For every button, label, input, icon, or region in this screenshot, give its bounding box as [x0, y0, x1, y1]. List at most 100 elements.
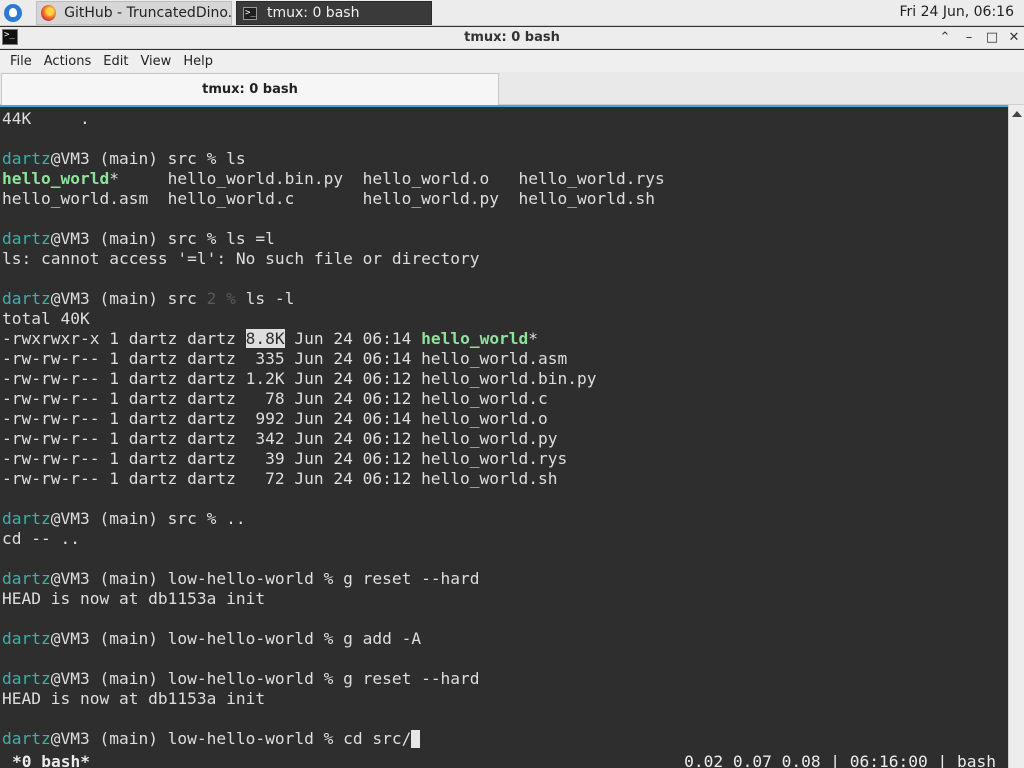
terminal-text: -rw-rw-r-- 1 dartz dartz 39 Jun 24 06:12…	[2, 449, 568, 468]
terminal-text: *	[528, 329, 539, 348]
terminal-line: cd -- ..	[2, 529, 1006, 549]
firefox-icon	[41, 5, 57, 21]
terminal-line: dartz@VM3 (main) low-hello-world % g add…	[2, 629, 1006, 649]
terminal-text: hello_world.asm hello_world.c hello_worl…	[2, 189, 655, 208]
terminal-text: -rw-rw-r-- 1 dartz dartz 1.2K Jun 24 06:…	[2, 369, 597, 388]
terminal-line: -rwxrwxr-x 1 dartz dartz 8.8K Jun 24 06:…	[2, 329, 1006, 349]
taskbar-item-label: GitHub - TruncatedDino...	[64, 5, 231, 21]
terminal-line: -rw-rw-r-- 1 dartz dartz 72 Jun 24 06:12…	[2, 469, 1006, 489]
menu-help[interactable]: Help	[177, 54, 219, 69]
menu-file[interactable]: File	[4, 54, 38, 69]
terminal-text: @VM3 (main) src	[50, 289, 207, 308]
prompt-user: dartz	[2, 669, 51, 688]
terminal-line: dartz@VM3 (main) low-hello-world % g res…	[2, 669, 1006, 689]
terminal-text: @VM3 (main) low-hello-world % g reset --…	[50, 569, 480, 588]
text-cursor	[411, 729, 421, 748]
terminal-line: dartz@VM3 (main) low-hello-world % cd sr…	[2, 729, 1006, 749]
clock[interactable]: Fri 24 Jun, 06:16	[899, 4, 1014, 20]
top-panel: GitHub - TruncatedDino... >_ tmux: 0 bas…	[0, 0, 1024, 26]
terminal-line: -rw-rw-r-- 1 dartz dartz 78 Jun 24 06:12…	[2, 389, 1006, 409]
terminal-line: -rw-rw-r-- 1 dartz dartz 335 Jun 24 06:1…	[2, 349, 1006, 369]
executable-name: hello_world	[2, 169, 110, 188]
terminal-line: hello_world* hello_world.bin.py hello_wo…	[2, 169, 1006, 189]
terminal-text: * hello_world.bin.py hello_world.o hello…	[109, 169, 665, 188]
tab-bar: tmux: 0 bash	[0, 72, 1024, 105]
prompt-user: dartz	[2, 509, 51, 528]
terminal-text: @VM3 (main) low-hello-world % g reset --…	[50, 669, 480, 688]
terminal-line: dartz@VM3 (main) low-hello-world % g res…	[2, 569, 1006, 589]
terminal-line: -rw-rw-r-- 1 dartz dartz 1.2K Jun 24 06:…	[2, 369, 1006, 389]
prompt-user: dartz	[2, 569, 51, 588]
terminal-text: 2 %	[206, 289, 236, 308]
terminal-text: HEAD is now at db1153a init	[2, 689, 266, 708]
terminal-text: @VM3 (main) low-hello-world % g add -A	[50, 629, 422, 648]
terminal-icon: >_	[243, 6, 257, 20]
menu-bar: File Actions Edit View Help	[0, 50, 1024, 72]
menu-actions[interactable]: Actions	[38, 54, 98, 69]
close-button[interactable]: ✕	[1005, 29, 1023, 47]
prompt-user: dartz	[2, 629, 51, 648]
tmux-status-bar: *0 bash* 0.02 0.07 0.08 | 06:16:00 | bas…	[2, 752, 1006, 768]
terminal-text: -rw-rw-r-- 1 dartz dartz 342 Jun 24 06:1…	[2, 429, 558, 448]
taskbar-item-label: tmux: 0 bash	[267, 5, 360, 21]
terminal-text: Jun 24 06:14	[284, 329, 422, 348]
scroll-up-arrow-icon[interactable]	[1012, 111, 1022, 117]
terminal-line: ls: cannot access '=l': No such file or …	[2, 249, 1006, 269]
maximize-button[interactable]: □	[983, 29, 1001, 47]
menu-edit[interactable]: Edit	[97, 54, 134, 69]
terminal-text: 8.8K	[245, 329, 285, 348]
terminal-text: 44K .	[2, 109, 90, 128]
terminal-line: -rw-rw-r-- 1 dartz dartz 992 Jun 24 06:1…	[2, 409, 1006, 429]
executable-name: hello_world	[421, 329, 529, 348]
scrollbar[interactable]	[1008, 105, 1024, 768]
terminal-text: -rw-rw-r-- 1 dartz dartz 992 Jun 24 06:1…	[2, 409, 548, 428]
terminal-text: HEAD is now at db1153a init	[2, 589, 266, 608]
terminal-line: -rw-rw-r-- 1 dartz dartz 342 Jun 24 06:1…	[2, 429, 1006, 449]
terminal-text: ls: cannot access '=l': No such file or …	[2, 249, 480, 268]
tmux-status-right: 0.02 0.07 0.08 | 06:16:00 | bash	[684, 752, 996, 768]
terminal-text: @VM3 (main) low-hello-world % cd src/	[50, 729, 412, 748]
taskbar-item-firefox[interactable]: GitHub - TruncatedDino...	[36, 1, 232, 25]
terminal-line: dartz@VM3 (main) src % ls =l	[2, 229, 1006, 249]
prompt-user: dartz	[2, 229, 51, 248]
terminal-line: -rw-rw-r-- 1 dartz dartz 39 Jun 24 06:12…	[2, 449, 1006, 469]
terminal-line: HEAD is now at db1153a init	[2, 689, 1006, 709]
terminal-line: HEAD is now at db1153a init	[2, 589, 1006, 609]
app-menu-icon[interactable]	[4, 4, 22, 22]
terminal-text: total 40K	[2, 309, 90, 328]
terminal-line: dartz@VM3 (main) src % ls	[2, 149, 1006, 169]
terminal-text: -rw-rw-r-- 1 dartz dartz 78 Jun 24 06:12…	[2, 389, 548, 408]
terminal-text: @VM3 (main) src % ..	[50, 509, 246, 528]
terminal-view[interactable]: 44K . dartz@VM3 (main) src % ls hello_worl…	[0, 105, 1008, 768]
terminal-text: -rw-rw-r-- 1 dartz dartz 335 Jun 24 06:1…	[2, 349, 568, 368]
terminal-line: 44K .	[2, 109, 1006, 129]
terminal-output: 44K . dartz@VM3 (main) src % ls hello_worl…	[2, 109, 1006, 749]
minimize-button[interactable]: ⌃	[936, 29, 954, 47]
window-title: tmux: 0 bash	[464, 30, 560, 45]
terminal-text: @VM3 (main) src % ls =l	[50, 229, 275, 248]
terminal-text: @VM3 (main) src % ls	[50, 149, 246, 168]
terminal-line: total 40K	[2, 309, 1006, 329]
window-titlebar[interactable]: >_ tmux: 0 bash ⌃ – □ ✕	[0, 27, 1024, 49]
terminal-line: hello_world.asm hello_world.c hello_worl…	[2, 189, 1006, 209]
taskbar-item-terminal[interactable]: >_ tmux: 0 bash	[236, 1, 432, 25]
tab-tmux-bash[interactable]: tmux: 0 bash	[1, 73, 499, 105]
restore-button[interactable]: –	[960, 29, 978, 47]
terminal-text: ls -l	[235, 289, 295, 308]
terminal-line: dartz@VM3 (main) src % ..	[2, 509, 1006, 529]
prompt-user: dartz	[2, 289, 51, 308]
tmux-window-label[interactable]: *0 bash*	[12, 752, 90, 768]
menu-view[interactable]: View	[134, 54, 177, 69]
prompt-user: dartz	[2, 149, 51, 168]
terminal-line: dartz@VM3 (main) src 2 % ls -l	[2, 289, 1006, 309]
terminal-text: cd -- ..	[2, 529, 80, 548]
terminal-text: -rw-rw-r-- 1 dartz dartz 72 Jun 24 06:12…	[2, 469, 558, 488]
